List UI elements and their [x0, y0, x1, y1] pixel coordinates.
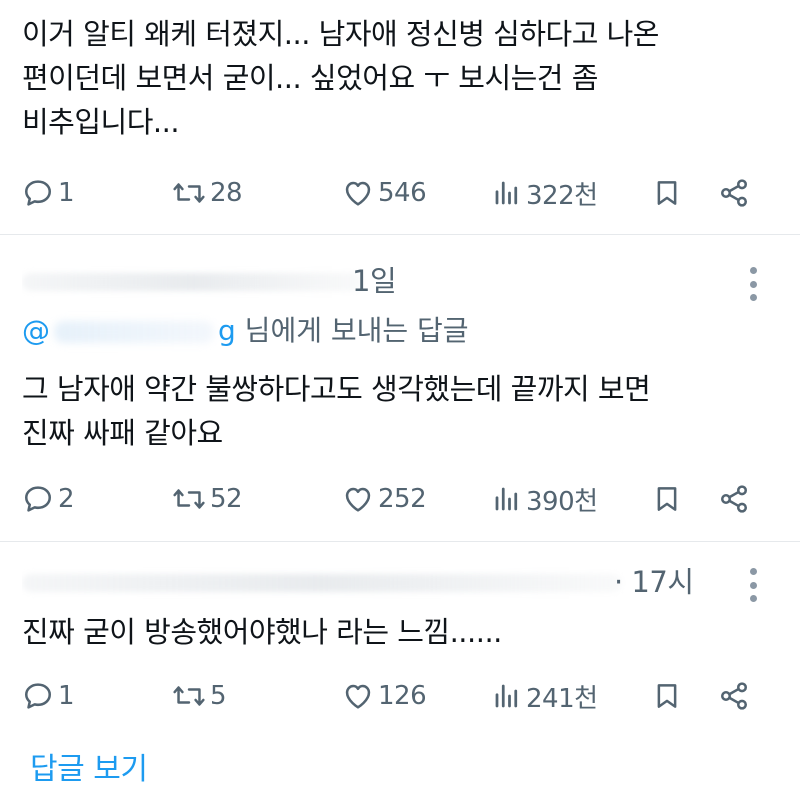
reply-count: 1 [58, 178, 75, 208]
heart-icon [345, 181, 371, 206]
tweet-text-line: 진짜 굳이 방송했어야했나 라는 느낌...... [22, 615, 502, 649]
reply-button[interactable]: 1 [22, 675, 75, 717]
tweet-timestamp: · 17시 [614, 565, 694, 599]
share-button[interactable] [718, 172, 750, 214]
share-button[interactable] [718, 478, 750, 520]
tweet-text: 이거 알티 왜케 터졌지... 남자애 정신병 심하다고 나온 편이던데 보면서… [22, 12, 782, 144]
like-count: 126 [378, 681, 427, 711]
bookmark-icon [657, 487, 677, 511]
action-bar: 1 28 546 322천 [22, 172, 782, 214]
retweet-count: 5 [210, 681, 227, 711]
more-icon [749, 267, 757, 274]
tweet-meta: · 17시 [22, 562, 722, 602]
bookmark-icon [657, 181, 677, 205]
views-button[interactable]: 322천 [492, 172, 598, 214]
retweet-icon [173, 489, 205, 509]
tweet-text: 진짜 굳이 방송했어야했나 라는 느낌...... [22, 610, 782, 654]
more-button[interactable] [744, 267, 762, 301]
tweet-text-line: 진짜 싸패 같아요 [22, 416, 223, 450]
bookmark-button[interactable] [652, 478, 682, 520]
views-icon [495, 684, 518, 708]
reply-button[interactable]: 1 [22, 172, 75, 214]
bookmark-icon [657, 684, 677, 708]
redacted-author [22, 574, 622, 592]
reply-icon [25, 683, 51, 709]
retweet-count: 52 [210, 484, 243, 514]
reply-icon [25, 486, 51, 512]
tweet-meta: 1일 [22, 261, 722, 301]
views-icon [495, 487, 518, 511]
reply-count: 2 [58, 484, 75, 514]
tweet-1[interactable]: 이거 알티 왜케 터졌지... 남자애 정신병 심하다고 나온 편이던데 보면서… [0, 0, 800, 232]
like-button[interactable]: 546 [342, 172, 427, 214]
reply-button[interactable]: 2 [22, 478, 75, 520]
reply-handle-prefix[interactable]: @ [22, 314, 50, 347]
views-button[interactable]: 241천 [492, 675, 598, 717]
redacted-author [22, 273, 362, 291]
tweet-text-line: 편이던데 보면서 굳이... 싶었어요 ㅜ 보시는건 좀 [22, 61, 598, 95]
heart-icon [345, 684, 371, 709]
heart-icon [345, 487, 371, 512]
share-icon [721, 682, 747, 710]
like-button[interactable]: 252 [342, 478, 427, 520]
tweet-text-line: 이거 알티 왜케 터졌지... 남자애 정신병 심하다고 나온 [22, 17, 659, 51]
show-replies-link[interactable]: 답글 보기 [30, 744, 148, 788]
retweet-icon [173, 686, 205, 706]
tweet-timestamp: 1일 [352, 264, 397, 298]
tweet-text: 그 남자애 약간 불쌍하다고도 생각했는데 끝까지 보면 진짜 싸패 같아요 [22, 367, 782, 455]
share-icon [721, 485, 747, 513]
retweet-button[interactable]: 52 [172, 478, 243, 520]
bookmark-button[interactable] [652, 675, 682, 717]
reply-count: 1 [58, 681, 75, 711]
reply-suffix: 님에게 보내는 답글 [235, 314, 469, 347]
reply-icon [25, 180, 51, 206]
more-icon [749, 568, 757, 575]
reply-context[interactable]: @ g 님에게 보내는 답글 [22, 311, 469, 351]
tweet-text-line: 그 남자애 약간 불쌍하다고도 생각했는데 끝까지 보면 [22, 372, 651, 406]
bookmark-button[interactable] [652, 172, 682, 214]
more-button[interactable] [744, 568, 762, 602]
reply-handle-end[interactable]: g [218, 314, 236, 347]
redacted-handle [54, 321, 214, 343]
retweet-icon [173, 183, 205, 203]
share-icon [721, 179, 747, 207]
retweet-button[interactable]: 5 [172, 675, 227, 717]
views-button[interactable]: 390천 [492, 478, 598, 520]
views-count: 322천 [526, 180, 598, 211]
retweet-count: 28 [210, 178, 243, 208]
views-icon [495, 181, 518, 205]
action-bar: 1 5 126 241천 [22, 675, 782, 717]
tweet-2[interactable]: 1일 @ g 님에게 보내는 답글 그 남자애 약간 불쌍하다고도 생각했는데 끝… [0, 235, 800, 545]
share-button[interactable] [718, 675, 750, 717]
views-count: 390천 [526, 486, 598, 517]
retweet-button[interactable]: 28 [172, 172, 243, 214]
tweet-text-line: 비추입니다... [22, 105, 180, 139]
like-button[interactable]: 126 [342, 675, 427, 717]
like-count: 252 [378, 484, 427, 514]
like-count: 546 [378, 178, 427, 208]
tweet-3[interactable]: · 17시 진짜 굳이 방송했어야했나 라는 느낌...... 1 5 126 … [0, 542, 800, 732]
views-count: 241천 [526, 683, 598, 714]
action-bar: 2 52 252 390천 [22, 478, 782, 520]
